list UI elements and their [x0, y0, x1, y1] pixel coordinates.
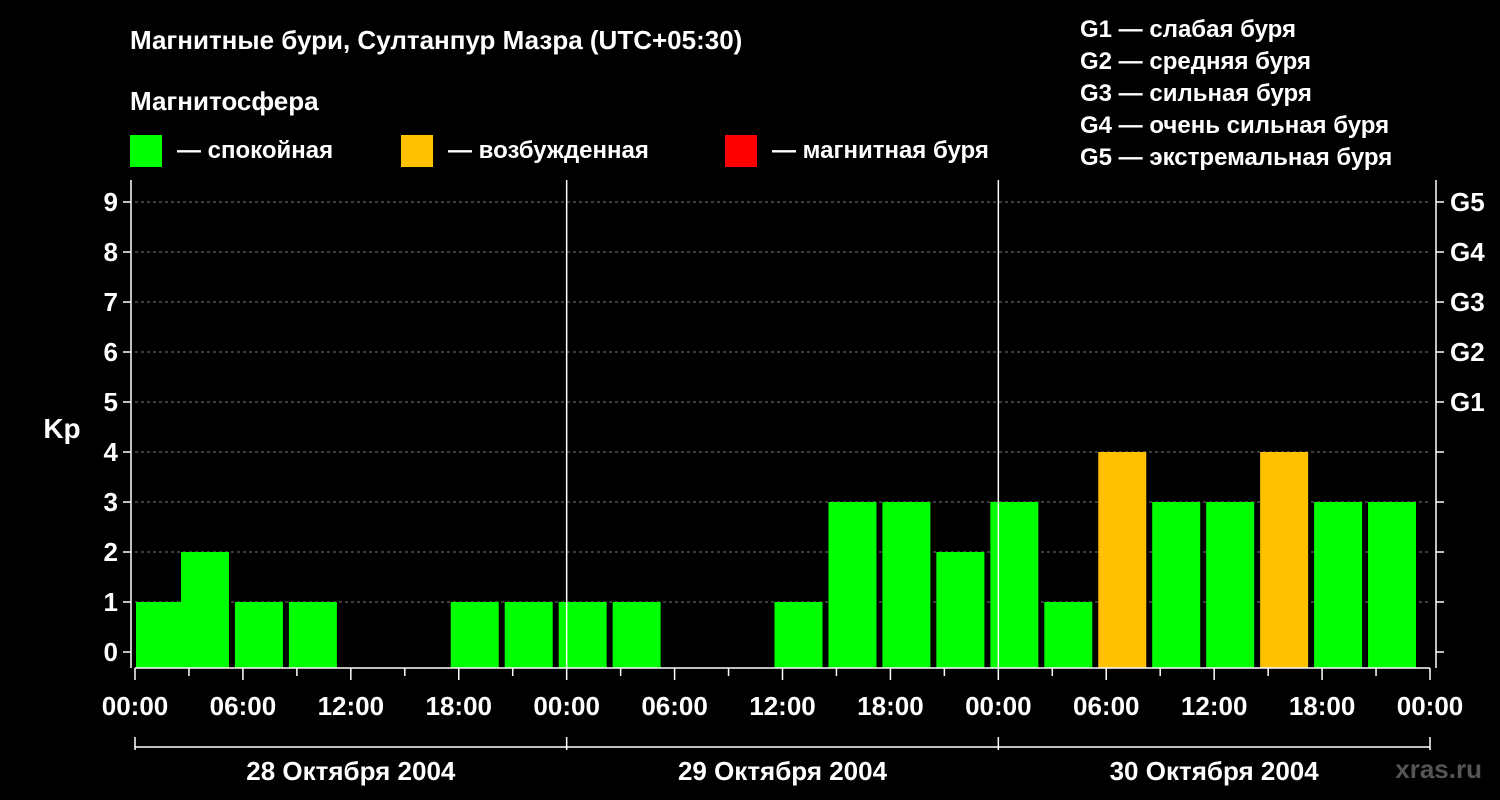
x-tick-label: 06:00 — [641, 691, 708, 721]
kp-bar — [1314, 502, 1363, 668]
day-label: 30 Октября 2004 — [1110, 756, 1320, 786]
x-tick-label: 00:00 — [533, 691, 600, 721]
g-level-label: G3 — [1450, 287, 1485, 317]
legend-swatch-storm — [725, 135, 757, 167]
watermark: xras.ru — [1395, 754, 1482, 784]
y-tick-label: 0 — [104, 637, 118, 667]
kp-bar — [1098, 452, 1147, 668]
x-tick-label: 18:00 — [426, 691, 493, 721]
kp-bar — [234, 602, 283, 668]
kp-bar — [1260, 452, 1309, 668]
legend-swatch-excited — [401, 135, 433, 167]
kp-bar — [882, 502, 931, 668]
g-scale-g4: G4 — очень сильная буря — [1080, 112, 1389, 139]
y-tick-label: 1 — [104, 587, 118, 617]
legend-label-excited: — возбужденная — [448, 137, 649, 164]
bars — [136, 452, 1416, 668]
x-tick-label: 06:00 — [1073, 691, 1140, 721]
x-tick-label: 00:00 — [1397, 691, 1464, 721]
legend-label-storm: — магнитная буря — [772, 137, 989, 164]
kp-bar — [612, 602, 661, 668]
legend-label-calm: — спокойная — [177, 137, 333, 164]
day-label: 29 Октября 2004 — [678, 756, 888, 786]
y-tick-label: 6 — [104, 337, 118, 367]
kp-bar — [990, 502, 1039, 668]
y-tick-label: 3 — [104, 487, 118, 517]
kp-bar — [1152, 502, 1201, 668]
g-scale-g2: G2 — средняя буря — [1080, 48, 1311, 75]
x-tick-label: 12:00 — [318, 691, 385, 721]
y-axis-label: Kp — [43, 413, 80, 444]
kp-bar — [1044, 602, 1093, 668]
y-tick-label: 5 — [104, 387, 118, 417]
kp-bar — [180, 552, 229, 668]
kp-bar — [136, 602, 184, 668]
g-scale-g5: G5 — экстремальная буря — [1080, 144, 1392, 171]
x-tick-label: 06:00 — [210, 691, 277, 721]
x-tick-label: 12:00 — [749, 691, 816, 721]
legend-swatch-calm — [130, 135, 162, 167]
kp-bar — [936, 552, 985, 668]
x-tick-label: 12:00 — [1181, 691, 1248, 721]
y-tick-label: 9 — [104, 187, 118, 217]
kp-bar — [450, 602, 499, 668]
kp-bar — [1368, 502, 1416, 668]
x-tick-label: 18:00 — [1289, 691, 1356, 721]
kp-bar — [774, 602, 823, 668]
day-label: 28 Октября 2004 — [246, 756, 456, 786]
y-tick-label: 7 — [104, 287, 118, 317]
y-tick-label: 2 — [104, 537, 118, 567]
g-scale-g1: G1 — слабая буря — [1080, 16, 1296, 43]
g-level-label: G4 — [1450, 237, 1485, 267]
g-scale-g3: G3 — сильная буря — [1080, 80, 1312, 107]
g-level-label: G1 — [1450, 387, 1485, 417]
kp-bar — [504, 602, 553, 668]
x-tick-label: 18:00 — [857, 691, 924, 721]
legend-heading: Магнитосфера — [130, 86, 319, 116]
g-scale-legend: G1 — слабая буря G2 — средняя буря G3 — … — [1080, 16, 1392, 171]
kp-bar — [1206, 502, 1255, 668]
y-tick-label: 4 — [104, 437, 119, 467]
kp-bar — [828, 502, 877, 668]
g-level-label: G2 — [1450, 337, 1485, 367]
x-tick-label: 00:00 — [102, 691, 169, 721]
chart-title: Магнитные бури, Султанпур Мазра (UTC+05:… — [130, 25, 742, 55]
kp-chart: Магнитные бури, Султанпур Мазра (UTC+05:… — [43, 16, 1485, 786]
y-tick-label: 8 — [104, 237, 118, 267]
legend: — спокойная — возбужденная — магнитная б… — [130, 135, 989, 167]
g-level-label: G5 — [1450, 187, 1485, 217]
kp-bar — [558, 602, 607, 668]
kp-bar — [288, 602, 337, 668]
x-tick-label: 00:00 — [965, 691, 1032, 721]
